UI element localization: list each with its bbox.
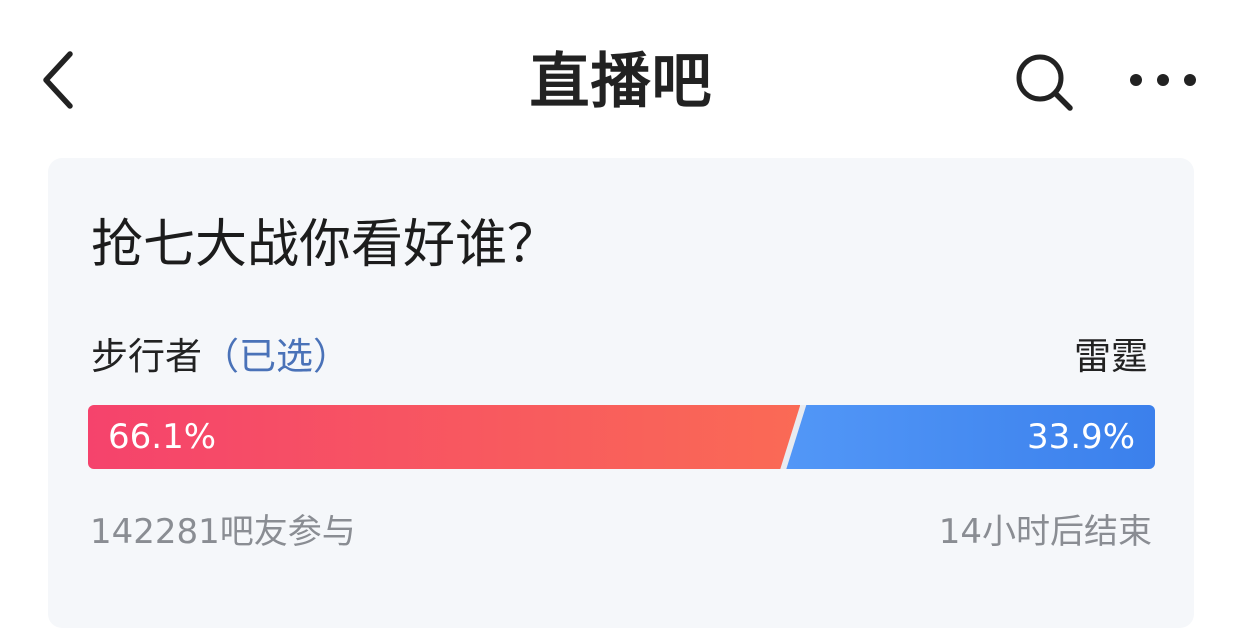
top-nav-bar: 直播吧 <box>0 0 1242 160</box>
more-button[interactable] <box>1118 50 1208 110</box>
poll-option-pacers[interactable]: 步行者（已选） <box>91 331 350 383</box>
participant-count: 142281吧友参与 <box>90 512 356 552</box>
poll-option-thunder[interactable]: 雷霆 <box>1074 331 1148 383</box>
search-icon <box>1016 54 1073 111</box>
poll-question: 抢七大战你看好谁？ <box>91 215 560 275</box>
vote-result-bar: 66.1% 33.9% <box>88 405 1155 469</box>
search-button[interactable] <box>1008 48 1080 116</box>
poll-option-thunder-label: 雷霆 <box>1074 335 1148 378</box>
poll-card: 抢七大战你看好谁？ 步行者（已选） 雷霆 66.1% 33.9% 142281吧… <box>48 158 1194 628</box>
more-dots-icon <box>1130 74 1196 86</box>
poll-option-pacers-label: 步行者 <box>91 335 202 378</box>
vote-percent-pacers: 66.1% <box>108 417 217 457</box>
vote-percent-thunder: 33.9% <box>1026 417 1135 457</box>
poll-end-time: 14小时后结束 <box>938 512 1152 552</box>
selected-tag: （已选） <box>202 335 350 378</box>
